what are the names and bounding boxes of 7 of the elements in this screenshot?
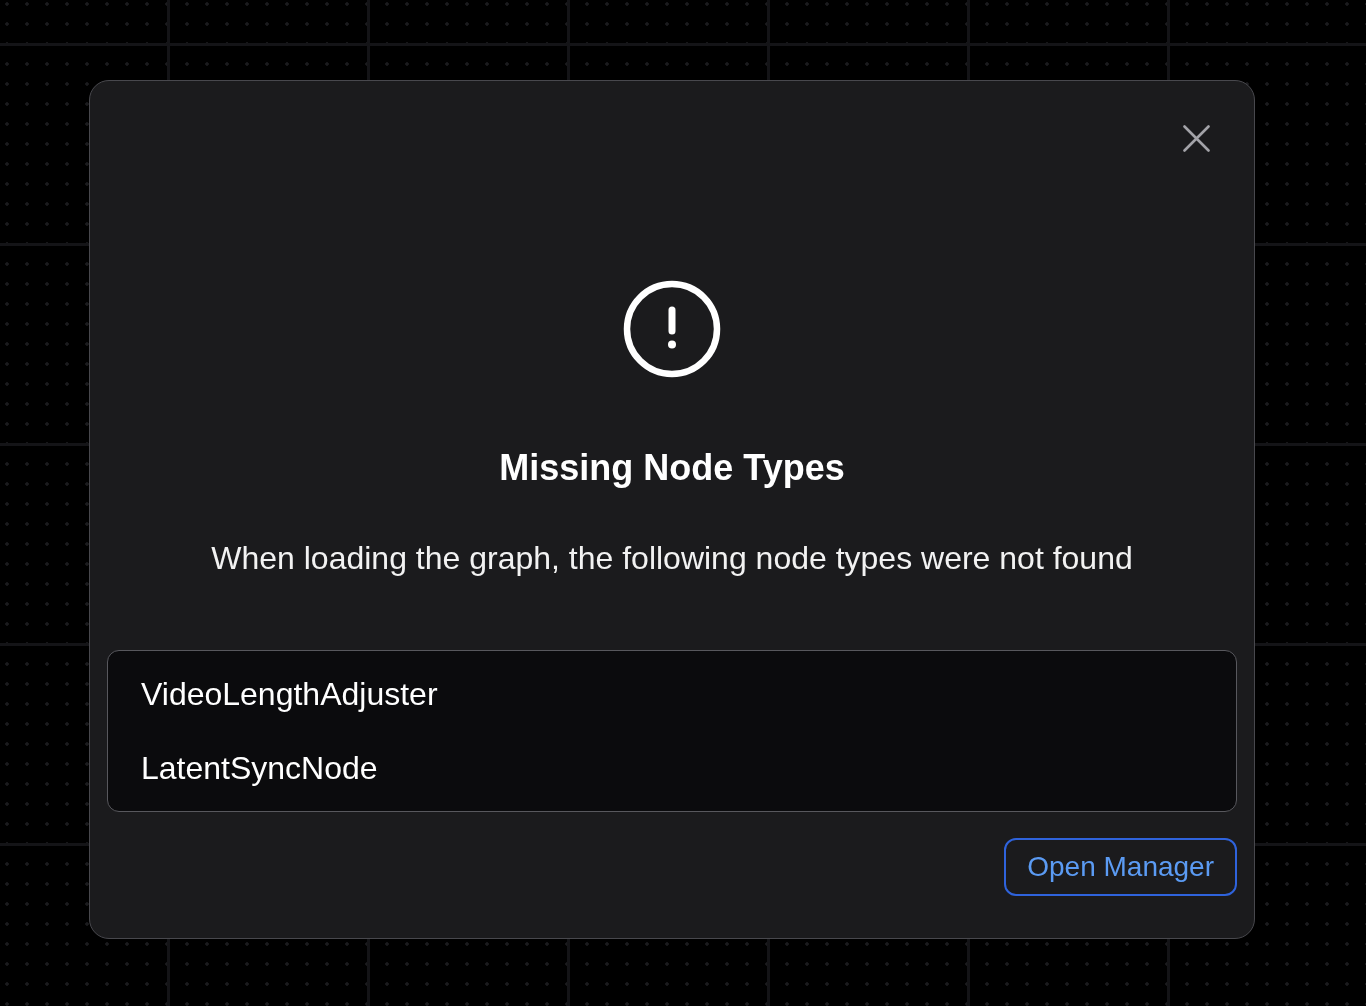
node-type-name: VideoLengthAdjuster [141, 675, 438, 713]
node-type-name: LatentSyncNode [141, 749, 378, 787]
exclamation-circle-icon [623, 280, 721, 378]
close-icon [1182, 124, 1210, 152]
open-manager-button[interactable]: Open Manager [1004, 838, 1237, 896]
dialog-title: Missing Node Types [499, 446, 845, 490]
dialog-message: When loading the graph, the following node types were not found [211, 539, 1133, 577]
